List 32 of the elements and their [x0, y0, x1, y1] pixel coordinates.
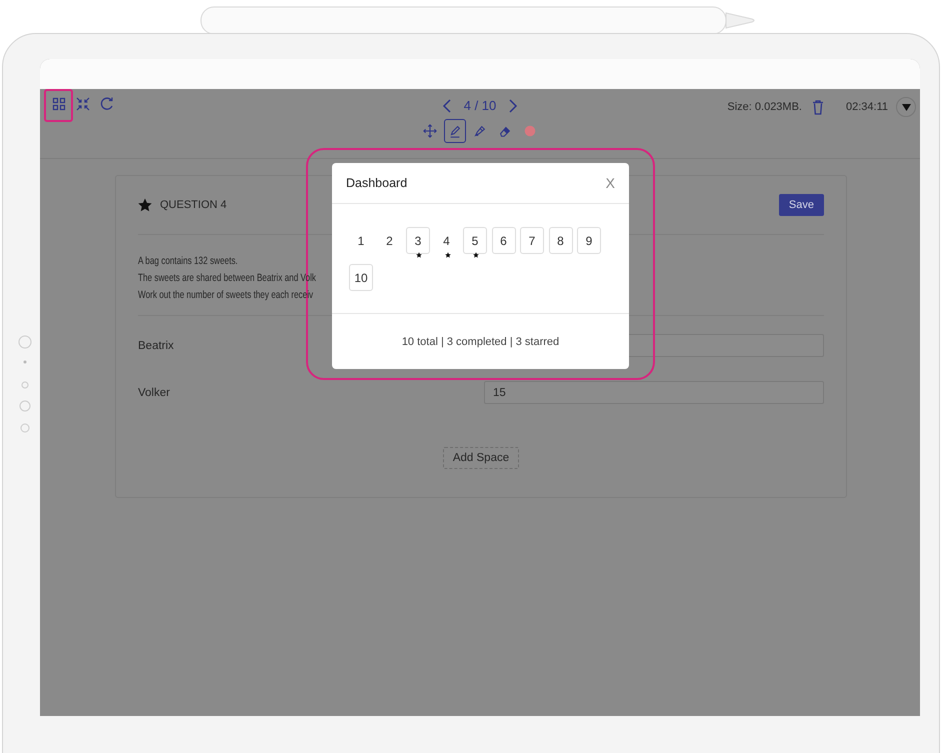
- page-counter: 4 / 10: [464, 98, 496, 113]
- highlight-frame: [44, 89, 73, 122]
- star-icon[interactable]: [138, 198, 152, 212]
- question-title: QUESTION 4: [160, 199, 228, 211]
- eraser-icon: [498, 124, 512, 138]
- color-dot-icon: [523, 124, 537, 138]
- summary-text: 10 total | 3 completed | 3 starred: [402, 336, 560, 348]
- question-number-button[interactable]: 10: [349, 264, 373, 291]
- question-number-button[interactable]: 9: [577, 227, 601, 254]
- question-text-line: A bag contains 132 sweets.: [138, 255, 238, 267]
- close-button[interactable]: X: [600, 173, 621, 193]
- pencil-icon-button[interactable]: [444, 119, 466, 143]
- answer-label: Beatrix: [138, 340, 174, 352]
- highlighter-icon: [473, 124, 487, 138]
- question-number-button[interactable]: 6: [492, 227, 516, 254]
- answer-label: Volker: [138, 386, 170, 398]
- caret-icon: [902, 104, 910, 110]
- grid-icon[interactable]: [52, 97, 66, 111]
- pencil-icon: [448, 124, 462, 138]
- add-space-button[interactable]: Add Space: [442, 447, 520, 469]
- file-size-label: Size: 0.023MB.: [727, 101, 802, 113]
- dropdown-button[interactable]: [896, 97, 916, 117]
- question-number-button[interactable]: 8: [548, 227, 572, 254]
- dialog-title: Dashboard: [346, 176, 408, 190]
- save-button[interactable]: Save: [778, 194, 824, 216]
- answer-field[interactable]: 15: [484, 381, 824, 404]
- question-number-button[interactable]: 7: [520, 227, 544, 254]
- refresh-icon[interactable]: [100, 97, 114, 111]
- move-icon: [423, 124, 437, 138]
- trash-icon[interactable]: [812, 100, 824, 114]
- timer: 02:34:11: [846, 101, 888, 113]
- collapse-icon[interactable]: [76, 97, 90, 111]
